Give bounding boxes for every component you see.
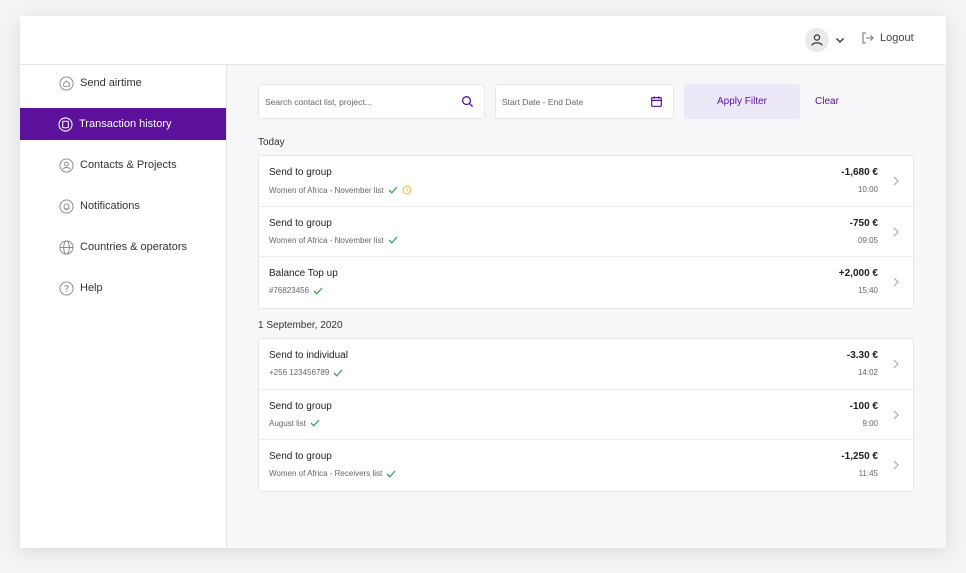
transaction-list-september: Send to individual +256 123456789 -3.30 … [258,338,914,492]
transaction-subtitle: August list [269,419,320,428]
transaction-subtitle: Women of Africa - November list [269,236,398,245]
sidebar-item-label: Send airtime [80,77,142,89]
receipt-icon [58,116,73,132]
chevron-right-icon[interactable] [891,409,901,421]
transaction-time: 14:02 [857,368,878,377]
table-row[interactable]: Send to individual +256 123456789 -3.30 … [259,339,913,390]
home-icon [59,75,74,91]
transaction-time: 10:00 [857,185,878,194]
table-row[interactable]: Balance Top up #76823456 +2,000 € 15:40 [259,257,913,308]
date-placeholder: Start Date - End Date [502,96,584,107]
app-window: Logout Send airtime Transaction history [20,16,946,548]
check-icon [333,369,343,377]
calendar-icon[interactable] [650,95,663,108]
table-row[interactable]: Send to group Women of Africa - Receiver… [259,440,913,491]
transaction-amount: -100 € [849,400,878,412]
sidebar-item-notifications[interactable]: Notifications [20,190,226,222]
transaction-subtitle-text: #76823456 [269,286,310,295]
check-icon [386,470,396,478]
sidebar: Send airtime Transaction history Contact… [20,65,227,548]
check-icon [310,419,320,427]
transaction-subtitle: Women of Africa - Receivers list [269,469,396,478]
table-row[interactable]: Send to group Women of Africa - November… [259,207,913,257]
chevron-right-icon[interactable] [891,358,901,370]
transaction-title: Balance Top up [269,268,338,279]
date-range-input[interactable]: Start Date - End Date [495,84,674,119]
bell-icon [59,198,74,214]
transaction-time: 9:00 [862,418,878,428]
sidebar-item-label: Help [80,282,103,294]
sidebar-item-label: Notifications [80,200,140,212]
search-icon[interactable] [461,95,474,108]
transaction-subtitle-text: Women of Africa - November list [269,235,384,245]
transaction-amount: -3.30 € [846,350,878,361]
transaction-title: Send to individual [269,350,348,361]
help-icon [59,280,74,296]
table-row[interactable]: Send to group Women of Africa - November… [259,156,913,207]
chevron-right-icon[interactable] [891,226,901,238]
search-placeholder: Search contact list, project... [265,96,372,107]
logout-icon [862,32,874,44]
sidebar-item-label: Contacts & Projects [80,159,177,171]
group-label-today: Today [258,137,285,148]
sidebar-item-label: Countries & operators [80,241,187,253]
transaction-title: Send to group [269,400,332,412]
transaction-subtitle-text: +256 123456789 [269,368,330,377]
transaction-time: 15:40 [857,286,878,295]
transaction-title: Send to group [269,167,332,178]
sidebar-item-transaction-history[interactable]: Transaction history [20,108,226,140]
transaction-subtitle: Women of Africa - November list [269,185,412,195]
search-input[interactable]: Search contact list, project... [258,84,485,119]
sidebar-item-send-airtime[interactable]: Send airtime [20,67,226,99]
top-bar: Logout [20,16,946,65]
sidebar-item-help[interactable]: Help [20,272,226,304]
transaction-amount: +2,000 € [838,268,878,279]
transaction-title: Send to group [269,451,332,462]
avatar[interactable] [805,28,829,52]
clear-button[interactable]: Clear [815,96,839,107]
user-icon [59,157,74,173]
logout-label: Logout [880,32,914,44]
transaction-time: 09:05 [857,235,878,245]
sidebar-item-countries-operators[interactable]: Countries & operators [20,231,226,263]
transaction-amount: -1,250 € [841,451,878,462]
sidebar-item-contacts-projects[interactable]: Contacts & Projects [20,149,226,181]
transaction-subtitle: #76823456 [269,286,323,295]
table-row[interactable]: Send to group August list -100 € 9:00 [259,390,913,440]
sidebar-item-label: Transaction history [79,118,172,130]
chevron-right-icon[interactable] [891,459,901,471]
check-icon [313,287,323,295]
check-icon [388,186,398,194]
globe-icon [59,239,74,255]
transaction-time: 11:45 [858,469,878,478]
chevron-right-icon[interactable] [891,276,901,288]
transaction-title: Send to group [269,217,332,229]
transaction-subtitle-text: Women of Africa - November list [269,185,384,195]
check-icon [388,236,398,244]
group-label-date: 1 September, 2020 [258,320,343,331]
user-icon [811,34,823,46]
logout-button[interactable]: Logout [861,31,914,45]
apply-filter-button[interactable]: Apply Filter [684,84,800,119]
main-content: Search contact list, project... Start Da… [227,65,946,548]
transaction-amount: -1,680 € [841,167,878,178]
chevron-down-icon[interactable] [833,33,847,47]
transaction-subtitle: +256 123456789 [269,368,343,377]
transaction-subtitle-text: Women of Africa - Receivers list [269,469,383,478]
transaction-amount: -750 € [849,217,878,229]
clock-icon [402,185,412,195]
chevron-right-icon[interactable] [891,175,901,187]
transaction-list-today: Send to group Women of Africa - November… [258,155,914,309]
transaction-subtitle-text: August list [269,418,306,428]
